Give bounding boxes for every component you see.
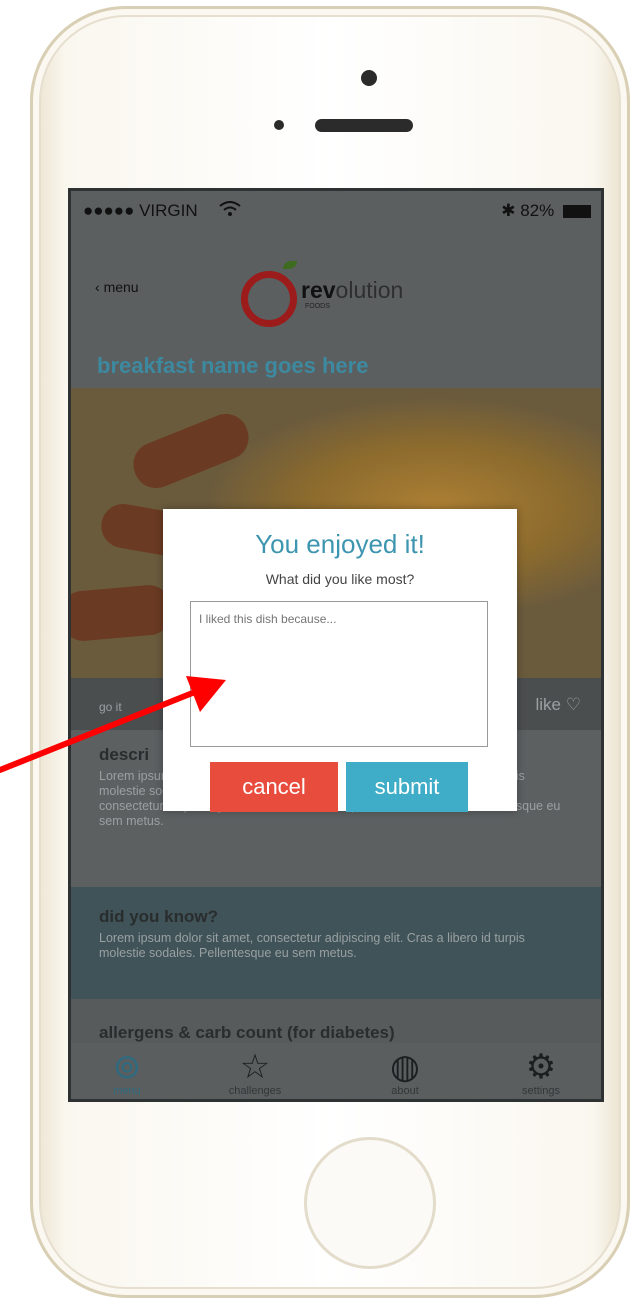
logo-mark bbox=[241, 271, 297, 327]
battery-percentage: 82% bbox=[520, 201, 555, 220]
did-you-know-body: Lorem ipsum dolor sit amet, consectetur … bbox=[99, 931, 525, 960]
description-title: descri bbox=[99, 745, 150, 764]
tab-about[interactable]: ◍ about bbox=[365, 1049, 445, 1097]
bluetooth-icon: ✱ bbox=[501, 201, 516, 220]
tab-about-label: about bbox=[391, 1085, 419, 1097]
did-you-know-section: did you know? Lorem ipsum dolor sit amet… bbox=[71, 887, 601, 999]
sausage-3 bbox=[71, 583, 173, 643]
back-label: menu bbox=[103, 279, 139, 295]
tab-challenges[interactable]: ☆ challenges bbox=[215, 1049, 295, 1097]
tab-challenges-label: challenges bbox=[228, 1085, 282, 1097]
front-camera bbox=[361, 70, 377, 86]
wifi-icon bbox=[219, 201, 241, 222]
allergens-title: allergens & carb count (for diabetes) bbox=[99, 1023, 395, 1042]
status-right: ✱ 82% bbox=[501, 201, 591, 221]
phone-screen: ●●●●● VIRGIN ✱ 82% ‹ menu revolution FOO… bbox=[68, 188, 604, 1102]
thumbs-down-icon: ♡ bbox=[565, 695, 581, 714]
tab-bar: ⊚ menu ☆ challenges ◍ about ⚙ settings bbox=[71, 1043, 601, 1099]
logo: revolution bbox=[301, 277, 403, 304]
home-button[interactable] bbox=[304, 1137, 436, 1269]
earpiece-speaker bbox=[315, 119, 413, 132]
logo-leaf bbox=[283, 261, 297, 269]
status-bar: ●●●●● VIRGIN ✱ 82% bbox=[71, 191, 601, 229]
star-icon: ☆ bbox=[239, 1048, 271, 1086]
tab-settings[interactable]: ⚙ settings bbox=[501, 1049, 581, 1097]
proximity-sensor bbox=[274, 120, 284, 130]
tab-menu-label: menu bbox=[113, 1085, 141, 1097]
logo-bold: rev bbox=[301, 277, 336, 303]
rating-left-label: go it bbox=[99, 700, 122, 714]
logo-rest: olution bbox=[335, 277, 404, 303]
dislike-button[interactable]: like ♡ bbox=[536, 695, 582, 715]
dialog-subtitle: What did you like most? bbox=[265, 571, 415, 587]
tab-settings-label: settings bbox=[522, 1085, 560, 1097]
page-title: breakfast name goes here bbox=[97, 353, 369, 378]
utensils-icon: ⊚ bbox=[112, 1048, 142, 1086]
header: ‹ menu revolution FOODS bbox=[71, 241, 601, 327]
submit-button[interactable]: submit bbox=[346, 762, 468, 812]
did-you-know-title: did you know? bbox=[99, 907, 218, 926]
sausage-1 bbox=[126, 407, 256, 495]
feedback-dialog: You enjoyed it! What did you like most? … bbox=[163, 509, 517, 812]
gear-icon: ⚙ bbox=[525, 1048, 557, 1086]
feedback-textarea[interactable] bbox=[190, 601, 488, 747]
tab-menu[interactable]: ⊚ menu bbox=[87, 1049, 167, 1097]
battery-icon bbox=[563, 205, 591, 219]
dialog-title: You enjoyed it! bbox=[255, 529, 425, 559]
globe-icon: ◍ bbox=[390, 1048, 420, 1086]
cancel-button[interactable]: cancel bbox=[210, 762, 338, 812]
allergens-section: allergens & carb count (for diabetes) bbox=[71, 999, 601, 1043]
logo-subtitle: FOODS bbox=[305, 303, 330, 310]
back-menu-button[interactable]: ‹ menu bbox=[95, 279, 139, 295]
dislike-label: like bbox=[535, 695, 562, 714]
carrier-label: ●●●●● VIRGIN bbox=[83, 201, 198, 220]
